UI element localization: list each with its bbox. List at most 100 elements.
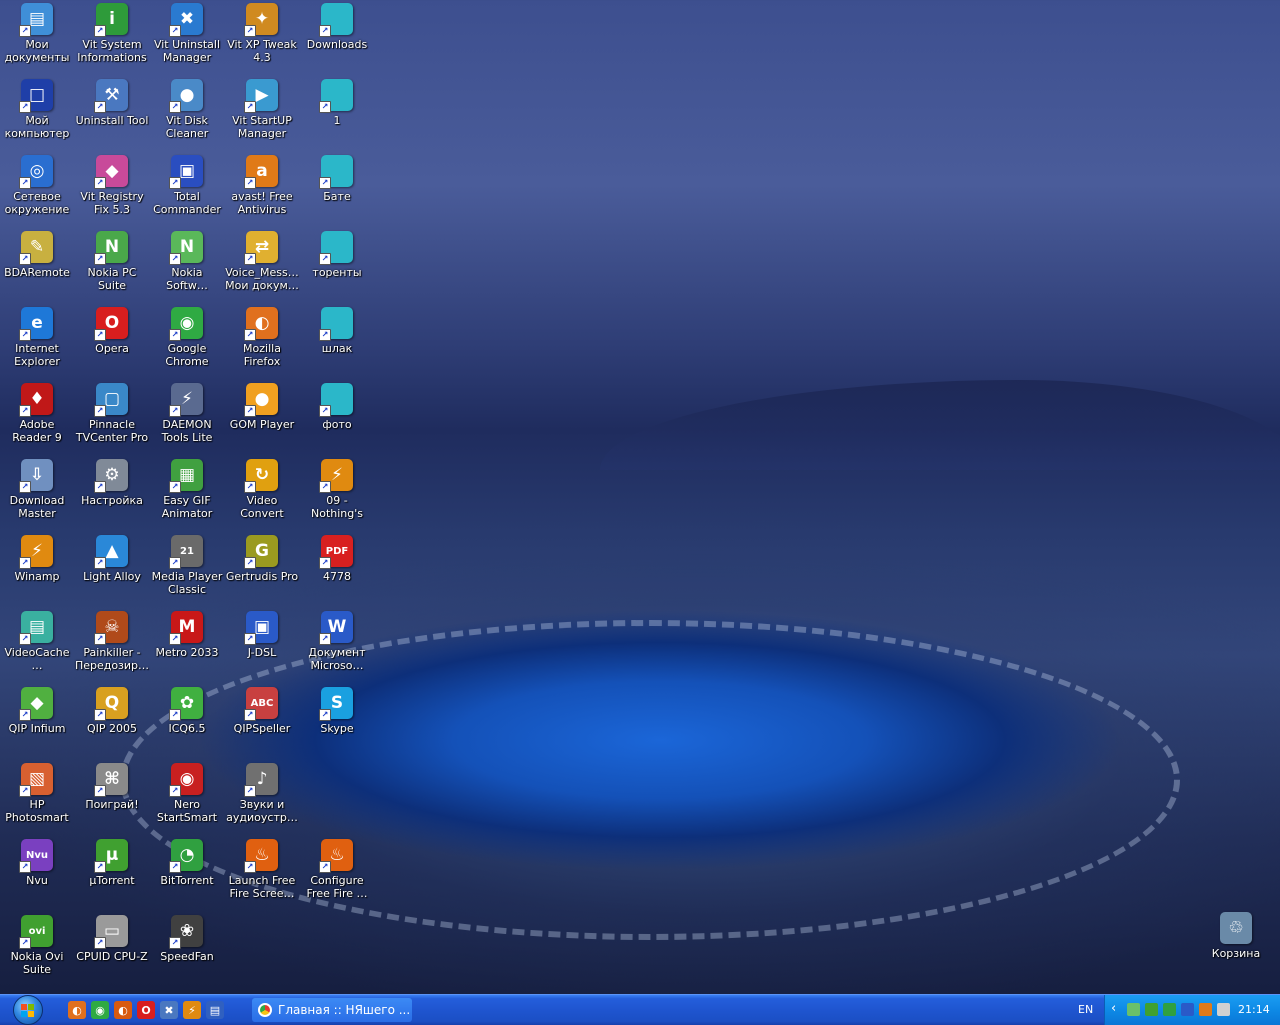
desktop-icon[interactable]: 21 ↗ Media Player Classic	[149, 535, 225, 609]
shortcut-arrow-icon: ↗	[169, 557, 181, 569]
desktop-icon[interactable]: ♨ ↗ Configure Free Fire …	[299, 839, 375, 913]
desktop-icon[interactable]: ● ↗ Vit Disk Cleaner	[149, 79, 225, 153]
desktop-icon[interactable]: ◐ ↗ Mozilla Firefox	[224, 307, 300, 381]
bittorrent-tray-icon[interactable]	[1163, 1003, 1176, 1016]
desktop-icon-label: Launch Free Fire Scree…	[228, 874, 296, 900]
desktop-icon[interactable]: ovi ↗ Nokia Ovi Suite	[0, 915, 75, 989]
desktop-icon[interactable]: ▦ ↗ Easy GIF Animator	[149, 459, 225, 533]
desktop-icon[interactable]: ◉ ↗ Nero StartSmart	[149, 763, 225, 837]
desktop-icon[interactable]: ❀ ↗ SpeedFan	[149, 915, 225, 989]
desktop-icon[interactable]: ◆ ↗ QIP Infium	[0, 687, 75, 761]
desktop-icon[interactable]: ◔ ↗ BitTorrent	[149, 839, 225, 913]
desktop-icon[interactable]: Q ↗ QIP 2005	[74, 687, 150, 761]
language-indicator[interactable]: EN	[1078, 1003, 1093, 1016]
desktop-icon[interactable]: ↗ 1	[299, 79, 375, 153]
desktop-icon-label: Vit Uninstall Manager	[153, 38, 221, 64]
winamp-quicklaunch-icon[interactable]: ⚡	[183, 1001, 201, 1019]
desktop-icon[interactable]: ◉ ↗ Google Chrome	[149, 307, 225, 381]
desktop-icon[interactable]: W ↗ Документ Microso…	[299, 611, 375, 685]
firefox-quicklaunch-icon[interactable]: ◐	[68, 1001, 86, 1019]
app-icon: ♪ ↗	[244, 763, 278, 797]
desktop-icon[interactable]: ◎ ↗ Сетевое окружение	[0, 155, 75, 229]
desktop-icon[interactable]: ⚙ ↗ Настройка	[74, 459, 150, 533]
desktop-icon[interactable]: ↗ фото	[299, 383, 375, 457]
desktop-icon[interactable]: ⇩ ↗ Download Master	[0, 459, 75, 533]
desktop-icon-label: Opera	[95, 342, 129, 355]
desktop-icon[interactable]: ♪ ↗ Звуки и аудиоустр…	[224, 763, 300, 837]
desktop-icon[interactable]: ● ↗ GOM Player	[224, 383, 300, 457]
desktop-icon[interactable]: M ↗ Metro 2033	[149, 611, 225, 685]
desktop-icon-label: J-DSL	[247, 646, 277, 659]
firefox2-quicklaunch-icon[interactable]: ◐	[114, 1001, 132, 1019]
desktop-icon[interactable]: ☠ ↗ Painkiller - Передозир…	[74, 611, 150, 685]
desktop-icon[interactable]: PDF ↗ 4778	[299, 535, 375, 609]
taskbar-clock[interactable]: 21:14	[1238, 1003, 1270, 1016]
desktop-icon[interactable]: i ↗ Vit System Informations	[74, 3, 150, 77]
display-tray-icon[interactable]	[1181, 1003, 1194, 1016]
chrome-quicklaunch-icon[interactable]: ◉	[91, 1001, 109, 1019]
shortcut-arrow-icon: ↗	[169, 101, 181, 113]
desktop-icon[interactable]: G ↗ Gertrudis Pro	[224, 535, 300, 609]
desktop-icon-label: 1	[333, 114, 341, 127]
desktop-icon-label: фото	[322, 418, 352, 431]
desktop-icon[interactable]: ↗ Downloads	[299, 3, 375, 77]
desktop-icon[interactable]: ⚡ ↗ Winamp	[0, 535, 75, 609]
desktop-icon[interactable]: ◆ ↗ Vit Registry Fix 5.3	[74, 155, 150, 229]
desktop-icon[interactable]: ▲ ↗ Light Alloy	[74, 535, 150, 609]
desktop-icon[interactable]: ↗ торенты	[299, 231, 375, 305]
desktop-icon[interactable]: µ ↗ µTorrent	[74, 839, 150, 913]
avast-tray-icon[interactable]	[1199, 1003, 1212, 1016]
desktop-icon[interactable]: ✿ ↗ ICQ6.5	[149, 687, 225, 761]
uninstall-quicklaunch-icon[interactable]: ✖	[160, 1001, 178, 1019]
desktop-icon[interactable]: ✎ ↗ BDARemote	[0, 231, 75, 305]
app-icon: ▤ ↗	[19, 3, 53, 37]
desktop-icon[interactable]: ▶ ↗ Vit StartUP Manager	[224, 79, 300, 153]
volume-tray-icon[interactable]	[1217, 1003, 1230, 1016]
desktop-icon[interactable]: ▤ ↗ VideoCache…	[0, 611, 75, 685]
desktop-icon[interactable]: ♦ ↗ Adobe Reader 9	[0, 383, 75, 457]
desktop-icon[interactable]: ▤ ↗ Мои документы	[0, 3, 75, 77]
opera-quicklaunch-icon[interactable]: O	[137, 1001, 155, 1019]
desktop-icon[interactable]: ♨ ↗ Launch Free Fire Scree…	[224, 839, 300, 913]
show-desktop-quicklaunch-icon[interactable]: ▤	[206, 1001, 224, 1019]
shortcut-arrow-icon: ↗	[94, 861, 106, 873]
taskbar-window-button[interactable]: Главная :: НЯшего ...	[252, 998, 412, 1022]
desktop-icon[interactable]: ▧↗HP Photosmart Express	[0, 763, 75, 837]
desktop-icon[interactable]: ↗ Бате	[299, 155, 375, 229]
windows-logo-icon	[13, 995, 43, 1025]
desktop-icon[interactable]: S ↗ Skype	[299, 687, 375, 761]
desktop-icon[interactable]: ▣ ↗ Total Commander	[149, 155, 225, 229]
desktop-icon[interactable]: ⚡↗09 - Nothing's Impossible	[299, 459, 375, 533]
desktop-icon[interactable]: Nvu ↗ Nvu	[0, 839, 75, 913]
desktop-icon[interactable]: ▭ ↗ CPUID CPU-Z	[74, 915, 150, 989]
utorrent-tray-icon[interactable]	[1145, 1003, 1158, 1016]
shortcut-arrow-icon: ↗	[94, 481, 106, 493]
desktop-icon-label: Vit Registry Fix 5.3	[80, 190, 144, 216]
desktop-icon[interactable]: e ↗ Internet Explorer	[0, 307, 75, 381]
shortcut-arrow-icon: ↗	[169, 937, 181, 949]
desktop-icon-label: Nokia PC Suite	[87, 266, 137, 292]
desktop-icon[interactable]: ↗ шлак	[299, 307, 375, 381]
tray-expand-chevron-icon[interactable]: ‹	[1111, 1001, 1116, 1016]
desktop-icon[interactable]: ✦ ↗ Vit XP Tweak 4.3	[224, 3, 300, 77]
desktop-icon[interactable]: O ↗ Opera	[74, 307, 150, 381]
desktop-icon-label: Документ Microso…	[308, 646, 366, 672]
app-icon: ▶ ↗	[244, 79, 278, 113]
desktop-icon[interactable]: ⚡ ↗ DAEMON Tools Lite	[149, 383, 225, 457]
desktop-icon[interactable]: ↻↗Video Convert Master	[224, 459, 300, 533]
network-tray-icon[interactable]	[1127, 1003, 1140, 1016]
desktop-icon[interactable]: ⇄ ↗ Voice_Mess… Мои докум…	[224, 231, 300, 305]
desktop-icon[interactable]: ⚒ ↗ Uninstall Tool	[74, 79, 150, 153]
desktop-icon[interactable]: □ ↗ Мой компьютер	[0, 79, 75, 153]
desktop-icon[interactable]: ⌘ ↗ Поиграй!	[74, 763, 150, 837]
desktop-icon[interactable]: a ↗ avast! Free Antivirus	[224, 155, 300, 229]
recycle-bin-icon: ♲	[1220, 912, 1252, 944]
desktop-icon[interactable]: ▢ ↗ Pinnacle TVCenter Pro	[74, 383, 150, 457]
desktop-icon[interactable]: ▣ ↗ J-DSL	[224, 611, 300, 685]
desktop-icon[interactable]: N ↗ Nokia PC Suite	[74, 231, 150, 305]
desktop-icon[interactable]: ✖ ↗ Vit Uninstall Manager	[149, 3, 225, 77]
desktop-icon-recycle-bin[interactable]: ♲ Корзина	[1198, 912, 1274, 986]
start-button[interactable]	[0, 995, 56, 1025]
desktop-icon[interactable]: ABC ↗ QIPSpeller	[224, 687, 300, 761]
desktop-icon[interactable]: N ↗ Nokia Softw…	[149, 231, 225, 305]
